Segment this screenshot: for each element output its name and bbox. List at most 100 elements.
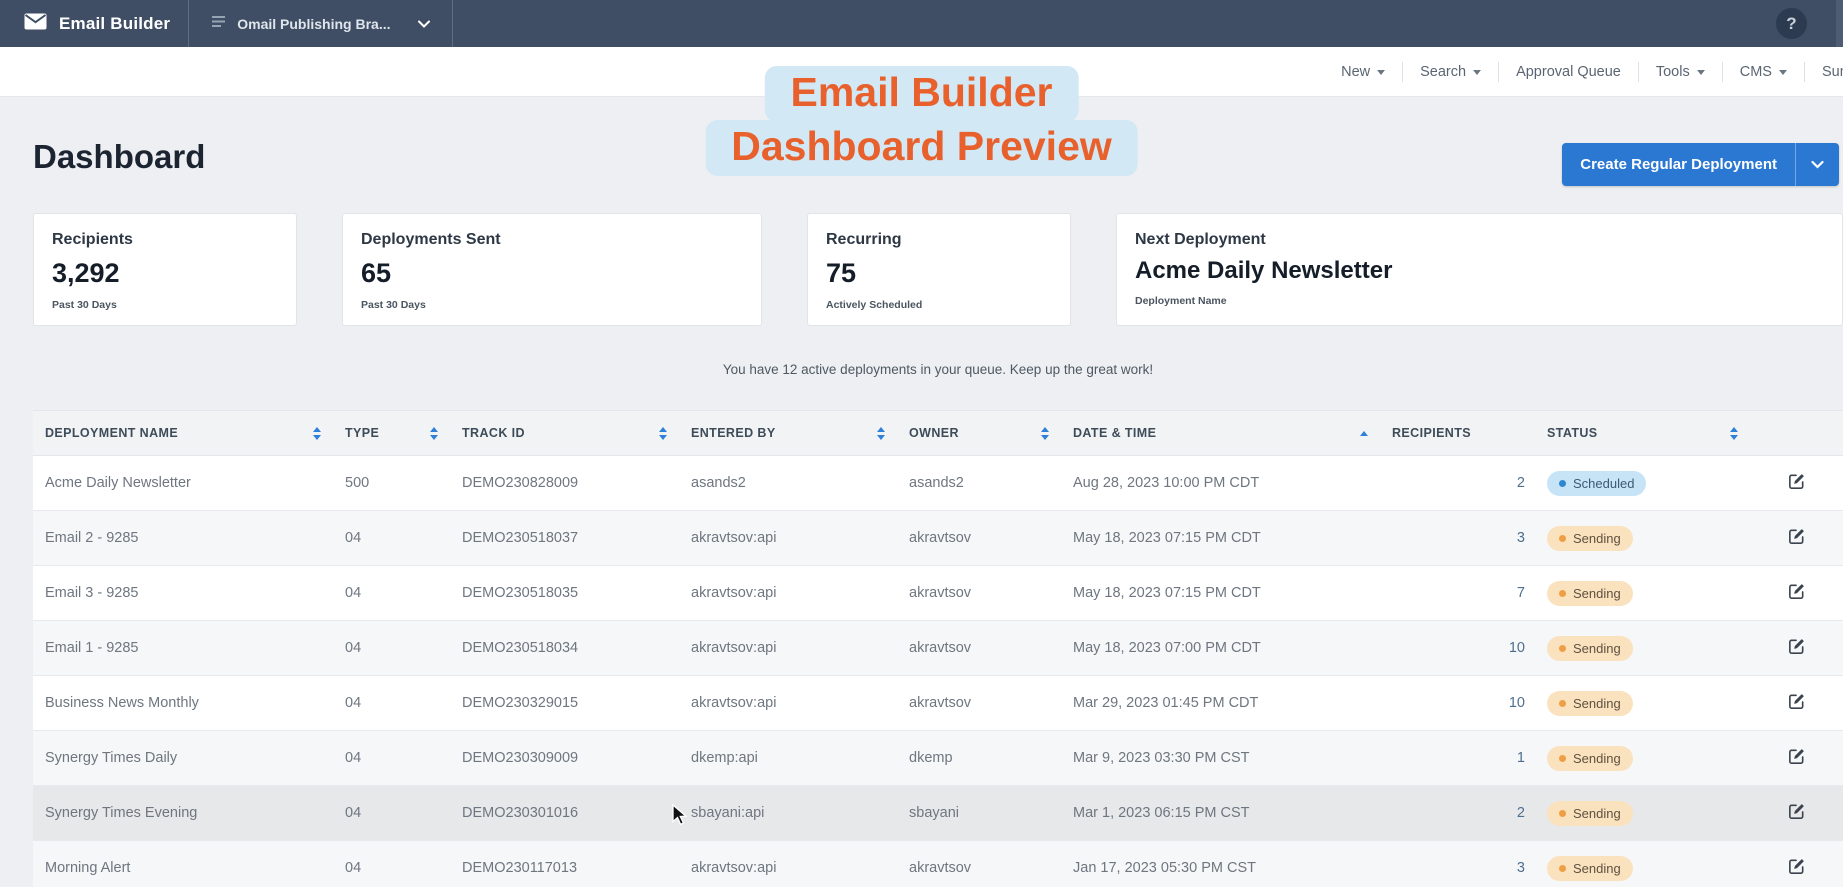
cell-entered-by: akravtsov:api xyxy=(679,530,897,546)
cell-edit xyxy=(1750,470,1843,496)
nav-item[interactable]: Summary xyxy=(1804,62,1843,82)
stat-value: 75 xyxy=(826,258,1052,289)
sort-icon[interactable] xyxy=(430,427,438,440)
table-row[interactable]: Business News Monthly 04 DEMO230329015 a… xyxy=(33,676,1843,731)
status-dot-icon xyxy=(1559,535,1566,542)
cell-track-id: DEMO230518034 xyxy=(450,640,679,656)
table-row[interactable]: Morning Alert 04 DEMO230117013 akravtsov… xyxy=(33,841,1843,887)
column-header[interactable]: DEPLOYMENT NAME xyxy=(33,426,333,440)
cell-deployment-name: Business News Monthly xyxy=(33,695,333,711)
stat-card-recurring: Recurring 75 Actively Scheduled xyxy=(807,213,1071,326)
cell-edit xyxy=(1750,525,1843,551)
status-dot-icon xyxy=(1559,865,1566,872)
cell-edit xyxy=(1750,855,1843,881)
edit-button[interactable] xyxy=(1785,470,1808,496)
nav-item[interactable]: New xyxy=(1324,62,1402,82)
column-header[interactable]: ENTERED BY xyxy=(679,426,897,440)
chevron-down-icon[interactable] xyxy=(1795,143,1839,186)
table-row[interactable]: Acme Daily Newsletter 500 DEMO230828009 … xyxy=(33,456,1843,511)
table-row[interactable]: Synergy Times Daily 04 DEMO230309009 dke… xyxy=(33,731,1843,786)
sort-icon[interactable] xyxy=(1730,427,1738,440)
cell-date-time: Mar 1, 2023 06:15 PM CST xyxy=(1061,805,1380,821)
cell-recipients: 2 xyxy=(1380,805,1535,821)
cell-track-id: DEMO230518035 xyxy=(450,585,679,601)
cell-deployment-name: Morning Alert xyxy=(33,860,333,876)
cell-entered-by: akravtsov:api xyxy=(679,860,897,876)
nav-item[interactable]: CMS xyxy=(1722,62,1804,82)
screen: { "topbar": { "app_title": "Email Builde… xyxy=(0,0,1843,887)
table-row[interactable]: Synergy Times Evening 04 DEMO230301016 s… xyxy=(33,786,1843,841)
cell-track-id: DEMO230301016 xyxy=(450,805,679,821)
status-label: Sending xyxy=(1573,641,1621,656)
status-badge: Sending xyxy=(1547,856,1633,881)
status-dot-icon xyxy=(1559,810,1566,817)
column-header[interactable]: TYPE xyxy=(333,426,450,440)
column-header[interactable]: DATE & TIME xyxy=(1061,426,1380,440)
column-header[interactable]: TRACK ID xyxy=(450,426,679,440)
app-title: Email Builder xyxy=(59,14,170,34)
sort-icon[interactable] xyxy=(877,427,885,440)
edit-button[interactable] xyxy=(1785,800,1808,826)
cell-type: 04 xyxy=(333,860,450,876)
nav-item-label: Search xyxy=(1420,64,1466,80)
help-button[interactable]: ? xyxy=(1776,8,1807,39)
cell-status: Sending xyxy=(1535,581,1750,606)
edit-button[interactable] xyxy=(1785,855,1808,881)
nav-item[interactable]: Approval Queue xyxy=(1498,62,1638,82)
chevron-down-icon xyxy=(418,20,430,28)
cell-status: Sending xyxy=(1535,801,1750,826)
create-deployment-label[interactable]: Create Regular Deployment xyxy=(1562,143,1795,186)
edit-button[interactable] xyxy=(1785,690,1808,716)
table-row[interactable]: Email 2 - 9285 04 DEMO230518037 akravtso… xyxy=(33,511,1843,566)
cell-recipients: 10 xyxy=(1380,695,1535,711)
cell-type: 500 xyxy=(333,475,450,491)
cell-type: 04 xyxy=(333,750,450,766)
status-badge: Sending xyxy=(1547,581,1633,606)
stat-cards: Recipients 3,292 Past 30 Days Deployment… xyxy=(33,213,1843,326)
chevron-down-icon xyxy=(1377,70,1385,75)
create-deployment-button[interactable]: Create Regular Deployment xyxy=(1562,143,1839,186)
cell-recipients: 10 xyxy=(1380,640,1535,656)
chevron-down-icon xyxy=(1473,70,1481,75)
sort-icon[interactable] xyxy=(1360,431,1368,436)
cell-type: 04 xyxy=(333,585,450,601)
edit-button[interactable] xyxy=(1785,525,1808,551)
edit-pencil-icon xyxy=(1787,747,1806,766)
cell-owner: akravtsov xyxy=(897,860,1061,876)
column-header[interactable]: RECIPIENTS xyxy=(1380,426,1535,440)
column-header[interactable]: OWNER xyxy=(897,426,1061,440)
edit-button[interactable] xyxy=(1785,745,1808,771)
cell-status: Scheduled xyxy=(1535,471,1750,496)
edit-pencil-icon xyxy=(1787,582,1806,601)
column-header-label: DEPLOYMENT NAME xyxy=(45,426,178,440)
nav-item-label: Tools xyxy=(1656,64,1690,80)
table-row[interactable]: Email 1 - 9285 04 DEMO230518034 akravtso… xyxy=(33,621,1843,676)
status-label: Sending xyxy=(1573,586,1621,601)
nav-item[interactable]: Tools xyxy=(1638,62,1722,82)
status-dot-icon xyxy=(1559,480,1566,487)
status-badge: Sending xyxy=(1547,526,1633,551)
cell-owner: akravtsov xyxy=(897,530,1061,546)
stat-sublabel: Deployment Name xyxy=(1135,295,1824,307)
column-header-label: TRACK ID xyxy=(462,426,525,440)
cell-recipients: 3 xyxy=(1380,860,1535,876)
edit-button[interactable] xyxy=(1785,635,1808,661)
stat-label: Recipients xyxy=(52,231,278,249)
table-row[interactable]: Email 3 - 9285 04 DEMO230518035 akravtso… xyxy=(33,566,1843,621)
cell-entered-by: akravtsov:api xyxy=(679,640,897,656)
column-header[interactable]: STATUS xyxy=(1535,426,1750,440)
cell-deployment-name: Acme Daily Newsletter xyxy=(33,475,333,491)
topbar: Email Builder Omail Publishing Bra... ? xyxy=(0,0,1843,47)
nav-item[interactable]: Search xyxy=(1402,62,1498,82)
sort-icon[interactable] xyxy=(313,427,321,440)
cell-edit xyxy=(1750,635,1843,661)
brand-selector[interactable]: Omail Publishing Bra... xyxy=(189,0,451,47)
status-badge: Sending xyxy=(1547,636,1633,661)
cell-date-time: Aug 28, 2023 10:00 PM CDT xyxy=(1061,475,1380,491)
cell-edit xyxy=(1750,690,1843,716)
sort-icon[interactable] xyxy=(1041,427,1049,440)
publication-icon xyxy=(211,15,226,33)
edit-button[interactable] xyxy=(1785,580,1808,606)
sort-icon[interactable] xyxy=(659,427,667,440)
status-badge: Sending xyxy=(1547,801,1633,826)
